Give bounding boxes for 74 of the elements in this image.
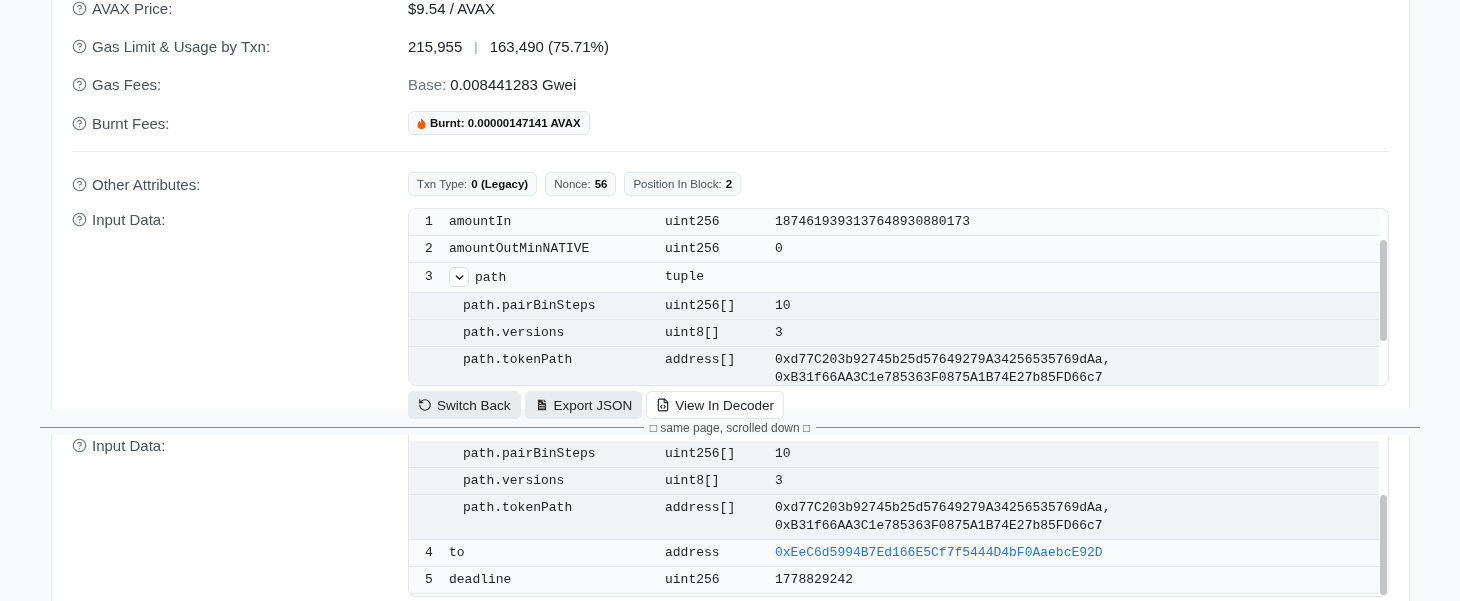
field-label: Burnt Fees:: [92, 114, 170, 132]
separator: |: [474, 38, 478, 54]
param-name: path.versions: [462, 472, 566, 490]
help-icon[interactable]: [72, 438, 87, 453]
param-name: path.pairBinSteps: [462, 297, 597, 315]
field-value: $9.54 / AVAX: [408, 0, 495, 17]
param-name: path.versions: [462, 324, 566, 342]
row-number: 4: [424, 544, 434, 562]
param-name: to: [449, 544, 466, 562]
param-type: address[]: [665, 351, 737, 369]
help-icon[interactable]: [72, 176, 87, 192]
param-name: amountOutMinNATIVE: [449, 240, 591, 258]
param-type: uint256: [665, 571, 721, 589]
param-type: tuple: [665, 268, 705, 286]
help-icon[interactable]: [72, 38, 87, 54]
param-value: 1778829242: [775, 571, 854, 589]
param-type: uint8[]: [665, 472, 721, 490]
attribute-badge: Txn Type: 0 (Legacy): [408, 172, 538, 196]
field-value: 0.008441283 Gwei: [450, 75, 577, 93]
param-value: 3: [775, 324, 784, 342]
scrollbar[interactable]: [1380, 240, 1387, 341]
param-type: uint256: [665, 213, 721, 231]
field-label: AVAX Price:: [92, 0, 173, 17]
param-value: 1874619393137648930880173: [775, 213, 972, 231]
help-icon[interactable]: [72, 115, 87, 131]
action-button[interactable]: Export JSON: [524, 391, 643, 419]
param-type: uint8[]: [665, 324, 721, 342]
file-icon: [534, 398, 549, 412]
param-name: deadline: [449, 571, 513, 589]
burnt-badge: Burnt: 0.00000147141 AVAX: [408, 111, 590, 135]
param-name: path.tokenPath: [462, 351, 574, 369]
row-number: 2: [424, 240, 434, 258]
param-value: 0xB31f66AA3C1e785363F0875A1B74E27b85FD66c7: [775, 517, 1104, 535]
param-name: path: [475, 268, 507, 287]
help-icon[interactable]: [72, 76, 87, 92]
param-name: path.pairBinSteps: [462, 445, 597, 463]
attribute-badge: Nonce: 56: [545, 172, 617, 196]
param-name: path.tokenPath: [462, 499, 574, 517]
flame-icon: [417, 117, 426, 129]
param-type: address: [665, 544, 721, 562]
param-value: 0xB31f66AA3C1e785363F0875A1B74E27b85FD66c7: [775, 369, 1104, 385]
attribute-badge: Position In Block: 2: [624, 172, 742, 196]
param-type: address[]: [665, 499, 737, 517]
field-label: Gas Fees:: [92, 75, 162, 93]
param-type: uint256: [665, 240, 721, 258]
param-value: 10: [775, 297, 792, 315]
field-label: Input Data:: [92, 211, 166, 228]
param-type: uint256[]: [665, 297, 737, 315]
gas-limit: 215,955: [408, 37, 463, 55]
help-icon[interactable]: [72, 0, 87, 16]
param-value: 0xd77C203b92745b25d57649279A34256535769dAa,: [775, 351, 1112, 369]
field-label: Input Data:: [92, 437, 166, 454]
scrollbar[interactable]: [1380, 495, 1387, 595]
help-icon[interactable]: [72, 212, 87, 227]
param-name: amountIn: [449, 213, 513, 231]
file-code-icon: [656, 398, 671, 412]
param-type: uint256[]: [665, 445, 737, 463]
action-button[interactable]: View In Decoder: [646, 391, 785, 419]
address-link[interactable]: 0xEeC6d5994B7Ed166E5Cf7f5444D4bF0AaebcE92D: [775, 544, 1379, 562]
row-number: 1: [424, 213, 434, 231]
field-label: Gas Limit & Usage by Txn:: [92, 37, 271, 55]
row-number: 3: [424, 268, 434, 286]
collapse-button[interactable]: [449, 267, 469, 287]
param-value: 3: [775, 472, 784, 490]
param-value: 0xd77C203b92745b25d57649279A34256535769dAa,: [775, 499, 1112, 517]
action-button[interactable]: Switch Back: [408, 391, 521, 419]
param-value: 0: [775, 240, 784, 258]
undo-icon: [418, 398, 432, 412]
divider-note: □ same page, scrolled down □: [648, 420, 812, 435]
row-number: 5: [424, 571, 434, 589]
field-label: Other Attributes:: [92, 175, 201, 193]
param-value: 10: [775, 445, 792, 463]
gas-usage: 163,490 (75.71%): [489, 37, 609, 55]
base-label: Base:: [408, 75, 447, 93]
